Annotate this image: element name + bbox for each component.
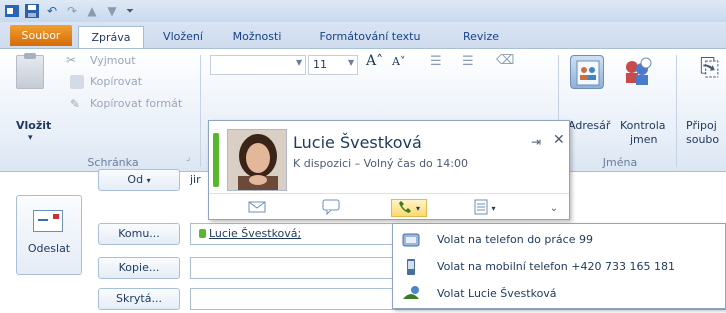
to-button[interactable]: Komu... — [98, 223, 180, 245]
details-dropdown-icon: ▾ — [491, 203, 496, 213]
menu-item-call-contact[interactable]: Volat Lucie Švestková — [393, 281, 725, 307]
from-label: Od — [127, 173, 144, 186]
redo-icon[interactable]: ↷ — [64, 3, 80, 19]
down-arrow-icon[interactable]: ▼ — [104, 3, 120, 19]
menu-item-call-mobile[interactable]: Volat na mobilní telefon +420 733 165 18… — [393, 254, 725, 280]
paste-dropdown-icon[interactable]: ▾ — [28, 133, 33, 143]
font-name-box[interactable] — [210, 55, 306, 75]
send-button[interactable]: Odeslat — [16, 195, 82, 275]
bullets-icon[interactable]: ☰ — [430, 54, 442, 69]
cc-button[interactable]: Kopie... — [98, 257, 180, 279]
im-action[interactable] — [317, 199, 345, 217]
attach-file-button-line2: soubo — [686, 133, 720, 146]
work-phone-icon — [401, 231, 421, 249]
pin-icon[interactable]: ⇥ — [531, 135, 541, 149]
format-painter-button[interactable]: Kopírovat formát — [90, 97, 182, 110]
up-arrow-icon[interactable]: ▲ — [84, 3, 100, 19]
check-names-icon[interactable] — [620, 55, 654, 89]
presence-bar — [213, 133, 219, 187]
phone-icon — [398, 200, 412, 217]
scissors-icon: ✂ — [66, 53, 77, 67]
undo-icon[interactable]: ↶ — [44, 3, 60, 19]
save-icon[interactable] — [24, 3, 40, 19]
call-person-icon — [401, 285, 421, 303]
address-book-button[interactable]: Adresář — [568, 119, 610, 132]
menu-label-call-mobile: Volat na mobilní telefon +420 733 165 18… — [437, 260, 675, 273]
call-menu: Volat na telefon do práce 99 Volat na mo… — [392, 223, 726, 309]
shrink-font-icon[interactable]: A˅ — [392, 55, 405, 68]
font-size-dropdown-icon[interactable]: ▼ — [348, 58, 354, 67]
tab-soubor[interactable]: Soubor — [10, 25, 72, 46]
tab-formatovani-textu[interactable]: Formátování textu — [300, 26, 440, 48]
tab-vlozeni[interactable]: Vložení — [152, 26, 214, 48]
tab-moznosti[interactable]: Možnosti — [222, 26, 292, 48]
grow-font-icon[interactable]: A˄ — [366, 53, 383, 69]
recipient-name: Lucie Švestková; — [209, 227, 302, 240]
menu-item-call-work[interactable]: Volat na telefon do práce 99 — [393, 227, 725, 253]
clipboard-group-label: Schránka — [87, 156, 139, 169]
format-painter-icon: ✎ — [70, 97, 81, 111]
from-button[interactable]: Od ▾ — [98, 169, 180, 191]
dialog-launcher-icon[interactable]: ⌟ — [186, 153, 190, 163]
chat-bubble-icon — [322, 199, 340, 218]
contact-card: Lucie Švestková K dispozici – Volný čas … — [208, 120, 570, 220]
call-dropdown-icon: ▾ — [415, 203, 420, 213]
attach-file-button[interactable]: Připoj — [686, 119, 717, 132]
check-names-button[interactable]: Kontrola — [620, 119, 666, 132]
copy-button[interactable]: Kopírovat — [90, 75, 142, 88]
font-name-dropdown-icon[interactable]: ▼ — [296, 58, 302, 67]
from-dropdown-icon: ▾ — [146, 176, 151, 185]
send-icon — [33, 210, 63, 232]
numbering-icon[interactable]: ☰ — [462, 54, 474, 69]
from-value: jir — [190, 173, 201, 186]
envelope-icon — [248, 200, 266, 217]
recipient-chip[interactable]: Lucie Švestková; — [199, 227, 301, 240]
paperclip-icon[interactable]: ⎘ — [700, 53, 719, 81]
expand-card-icon[interactable]: ⌄ — [545, 199, 563, 217]
paste-button[interactable]: Vložit — [16, 119, 51, 132]
close-icon[interactable]: ✕ — [553, 132, 565, 148]
presence-dot-icon — [199, 229, 206, 238]
mobile-phone-icon — [401, 258, 421, 276]
address-book-icon[interactable] — [570, 55, 604, 89]
names-group-label: Jména — [602, 156, 638, 169]
card-divider — [209, 193, 569, 194]
paste-icon[interactable] — [16, 53, 44, 89]
send-label: Odeslat — [27, 242, 71, 255]
cut-button[interactable]: Vyjmout — [90, 54, 136, 67]
menu-label-call-contact: Volat Lucie Švestková — [437, 287, 557, 300]
card-list-icon — [474, 199, 488, 218]
tab-zprava[interactable]: Zpráva — [78, 26, 144, 48]
tab-revize[interactable]: Revize — [450, 26, 512, 48]
call-action[interactable]: ▾ — [391, 199, 427, 217]
group-separator — [200, 55, 201, 167]
contact-details-action[interactable]: ▾ — [467, 199, 503, 217]
outlook-logo-icon — [4, 3, 20, 19]
customize-qat-icon[interactable]: ⏷ — [122, 3, 138, 19]
check-names-button-line2: jmen — [630, 133, 658, 146]
group-separator — [676, 55, 677, 167]
ribbon-tabs: Soubor Zpráva Vložení Možnosti Formátová… — [0, 22, 726, 48]
bcc-button[interactable]: Skrytá... — [98, 288, 180, 310]
contact-status: K dispozici – Volný čas do 14:00 — [293, 157, 468, 170]
contact-photo — [227, 129, 287, 191]
email-action[interactable] — [243, 199, 271, 217]
copy-icon — [70, 75, 84, 89]
menu-label-call-work: Volat na telefon do práce 99 — [437, 233, 593, 246]
clear-formatting-icon[interactable]: ⌫ — [496, 53, 514, 68]
contact-name: Lucie Švestková — [293, 133, 422, 152]
quick-access-toolbar: ↶ ↷ ▲ ▼ ⏷ — [0, 0, 726, 22]
